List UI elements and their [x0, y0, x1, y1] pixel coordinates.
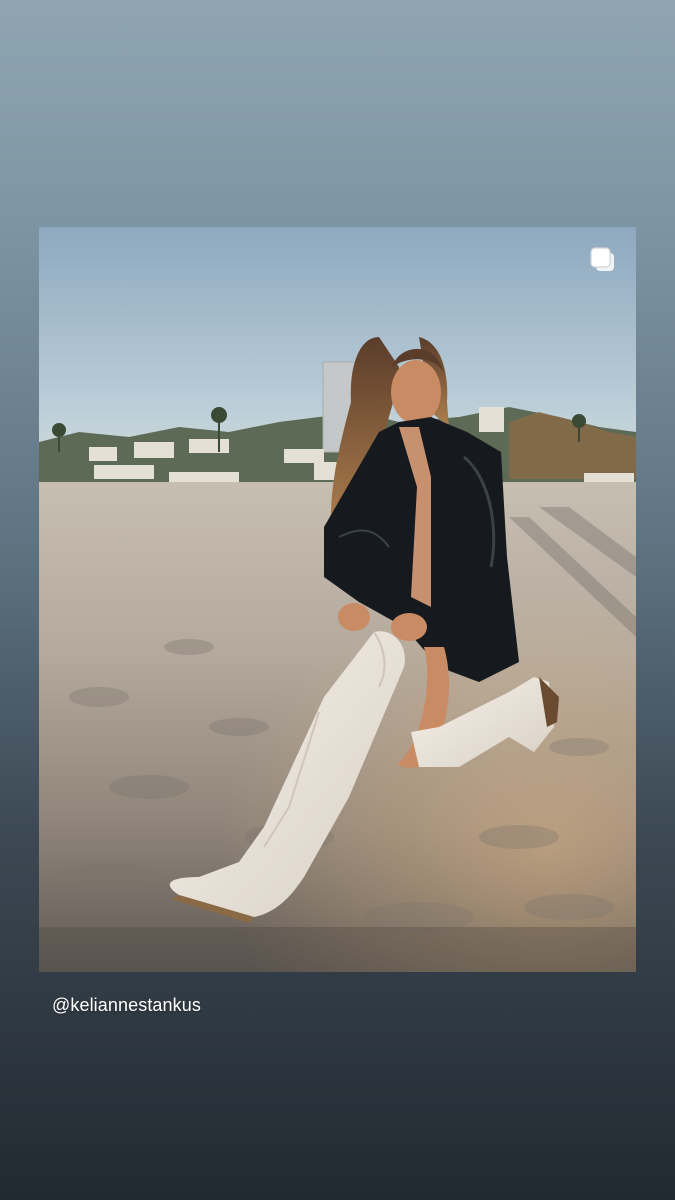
shared-post-card[interactable]: [39, 227, 636, 972]
post-photo: [39, 227, 636, 972]
story-screen: @keliannestankus: [0, 0, 675, 1200]
post-author-username[interactable]: @keliannestankus: [52, 995, 201, 1016]
carousel-icon[interactable]: [588, 245, 618, 275]
